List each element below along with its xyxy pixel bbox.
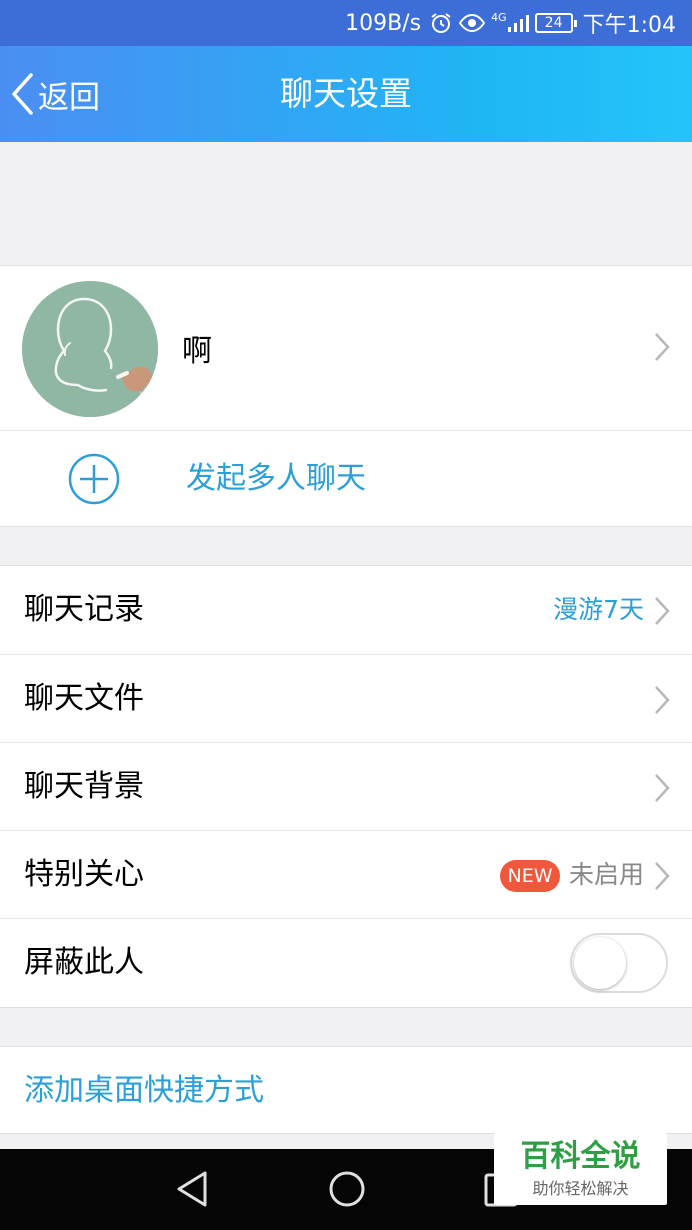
eye-icon [459, 13, 486, 33]
start-group-chat-button[interactable]: 发起多人聊天 [0, 431, 692, 527]
home-circle-icon[interactable] [327, 1169, 367, 1213]
chat-settings-list: 聊天记录 漫游7天 聊天文件 聊天背景 特别关心 NEW 未启用 屏蔽此人 [0, 565, 692, 1008]
status-bar-right: 109B/s 4G 24 下午1:04 [345, 8, 676, 39]
profile-section: 啊 发起多人聊天 [0, 265, 692, 527]
watermark-subtitle: 助你轻松解决 [532, 1179, 629, 1198]
start-group-chat-label: 发起多人聊天 [186, 461, 366, 496]
settings-row-chat-history[interactable]: 聊天记录 漫游7天 [0, 566, 692, 654]
settings-row-label: 聊天文件 [24, 681, 144, 716]
chevron-right-icon [654, 861, 670, 895]
add-circle-icon [68, 453, 120, 509]
settings-row-label: 聊天背景 [24, 769, 144, 804]
back-triangle-icon[interactable] [175, 1169, 209, 1213]
settings-row-chat-files[interactable]: 聊天文件 [0, 654, 692, 742]
network-speed: 109B/s [345, 10, 422, 36]
settings-row-block-contact: 屏蔽此人 [0, 918, 692, 1006]
contact-profile-row[interactable]: 啊 [0, 266, 692, 431]
alarm-icon [429, 11, 453, 35]
battery-icon: 24 [534, 13, 577, 33]
contact-name: 啊 [182, 334, 212, 369]
page-title: 聊天设置 [280, 74, 412, 113]
toggle-knob [574, 937, 626, 989]
chevron-right-icon [654, 685, 670, 719]
watermark-logo: 百科全说 助你轻松解决 [494, 1133, 667, 1205]
chevron-right-icon [654, 332, 670, 366]
settings-row-label: 屏蔽此人 [24, 945, 144, 980]
avatar [22, 281, 158, 417]
add-desktop-shortcut-button[interactable]: 添加桌面快捷方式 [0, 1046, 692, 1134]
block-contact-toggle[interactable] [570, 933, 668, 993]
new-badge: NEW [500, 860, 560, 892]
clock: 下午1:04 [582, 13, 676, 38]
signal-icon: 4G [491, 11, 529, 33]
chevron-right-icon [654, 596, 670, 630]
special-care-status: 未启用 [568, 860, 644, 889]
settings-row-chat-background[interactable]: 聊天背景 [0, 742, 692, 830]
settings-row-label: 特别关心 [24, 857, 144, 892]
roaming-days-value: 漫游7天 [553, 595, 644, 624]
title-bar: 返回 聊天设置 [0, 46, 692, 142]
watermark-title: 百科全说 [520, 1139, 641, 1174]
add-desktop-shortcut-label: 添加桌面快捷方式 [24, 1073, 264, 1108]
settings-row-label: 聊天记录 [24, 592, 144, 627]
status-bar: 109B/s 4G 24 下午1:04 [0, 0, 692, 46]
chevron-right-icon [654, 773, 670, 807]
battery-level: 24 [544, 15, 563, 31]
network-type: 4G [491, 11, 507, 24]
settings-row-special-care[interactable]: 特别关心 NEW 未启用 [0, 830, 692, 918]
